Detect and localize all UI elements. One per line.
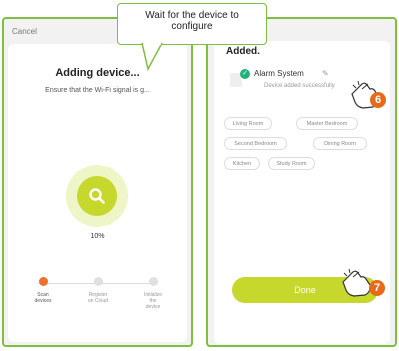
step-label: Initialize the device: [143, 292, 163, 310]
room-chip-living-room[interactable]: Living Room: [224, 117, 272, 130]
room-chip-second-bedroom[interactable]: Second Bedroom: [224, 137, 287, 150]
device-status: Device added successfully: [264, 83, 335, 89]
cancel-button[interactable]: Cancel: [12, 27, 37, 36]
callout-pointer: [141, 43, 163, 72]
wifi-hint-text: Ensure that the Wi-Fi signal is g...: [45, 87, 150, 94]
instruction-callout: Wait for the device to configure: [117, 3, 267, 45]
callout-line-1: Wait for the device to: [145, 10, 239, 21]
room-chip-dining-room[interactable]: Dining Room: [313, 137, 367, 150]
step-6-badge: 6: [370, 92, 386, 108]
step-dot: [148, 277, 158, 286]
step-7-badge: 7: [369, 280, 385, 296]
device-name: Alarm System: [254, 69, 304, 78]
search-icon: [89, 188, 105, 204]
check-icon: ✓: [240, 69, 250, 79]
step-register-cloud: Register on Cloud: [73, 277, 123, 304]
step-initialize-device: Initialize the device: [128, 277, 178, 310]
search-indicator: [77, 176, 117, 216]
adding-device-card: Adding device... Ensure that the Wi-Fi s…: [8, 44, 187, 342]
progress-percent: 10%: [90, 233, 105, 240]
step-label: Register on Cloud: [87, 292, 108, 304]
step-dot-active: [38, 277, 48, 286]
room-chip-master-bedroom[interactable]: Master Bedroom: [296, 117, 358, 130]
edit-pencil-icon[interactable]: ✎: [322, 69, 329, 78]
step-label: Scan devices: [34, 292, 52, 304]
callout-line-2: configure: [171, 21, 213, 32]
room-chip-kitchen[interactable]: Kitchen: [224, 157, 260, 170]
room-chip-study-room[interactable]: Study Room: [268, 157, 315, 170]
added-title: Added.: [226, 46, 260, 57]
step-dot: [93, 277, 103, 286]
progress-ring: [66, 165, 128, 227]
step-scan-devices: Scan devices: [18, 277, 68, 304]
progress-steps: Scan devices Register on Cloud Initializ…: [10, 277, 180, 327]
